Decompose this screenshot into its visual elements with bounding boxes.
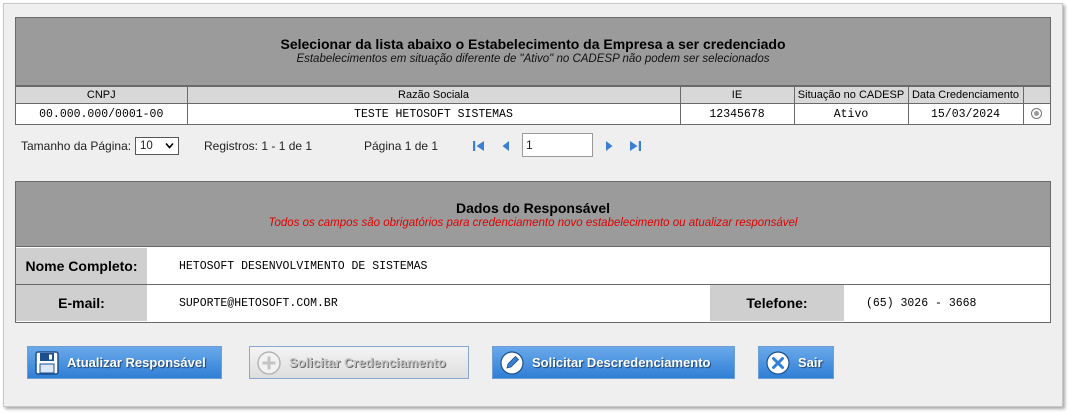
previous-page-icon[interactable] xyxy=(499,138,513,154)
update-responsible-button[interactable]: Atualizar Responsável xyxy=(27,346,222,379)
cell-situacao: Ativo xyxy=(793,103,909,124)
responsible-panel-warning: Todos os campos são obrigatórios para cr… xyxy=(268,217,798,229)
column-header-ie[interactable]: IE xyxy=(679,86,795,104)
add-circle-icon xyxy=(256,350,282,376)
page-size-label: Tamanho da Página: xyxy=(21,139,132,153)
request-deaccreditation-button[interactable]: Solicitar Descredenciamento xyxy=(492,346,735,379)
contact-row: E-mail: SUPORTE@HETOSOFT.COM.BR Telefone… xyxy=(16,285,1050,321)
column-header-cnpj[interactable]: CNPJ xyxy=(16,86,188,104)
last-page-icon[interactable] xyxy=(628,138,642,154)
table-row[interactable]: 00.000.000/0001-00 TESTE HETOSOFT SISTEM… xyxy=(16,103,1050,124)
responsible-panel: Dados do Responsável Todos os campos são… xyxy=(15,181,1051,323)
phone-field[interactable]: (65) 3026 - 3668 xyxy=(866,285,976,321)
next-page-icon[interactable] xyxy=(602,138,616,154)
page-size-value: 10 xyxy=(140,140,153,152)
page-size-select[interactable]: 10 xyxy=(135,137,179,155)
cell-cnpj: 00.000.000/0001-00 xyxy=(16,103,188,124)
column-header-situacao[interactable]: Situação no CADESP xyxy=(793,86,909,104)
email-label: E-mail: xyxy=(16,285,147,321)
cell-data-credenciamento: 15/03/2024 xyxy=(907,103,1024,124)
establishment-grid-subtitle: Estabelecimentos em situação diferente d… xyxy=(296,53,770,65)
email-field[interactable]: SUPORTE@HETOSOFT.COM.BR xyxy=(179,285,338,321)
select-radio[interactable] xyxy=(1031,107,1043,119)
update-responsible-label: Atualizar Responsável xyxy=(67,355,206,370)
pencil-icon xyxy=(499,350,525,376)
cell-razao-social: TESTE HETOSOFT SISTEMAS xyxy=(186,103,681,124)
pager: Tamanho da Página: 10 Registros: 1 - 1 d… xyxy=(21,133,721,159)
page-number-input[interactable]: 1 xyxy=(522,133,593,157)
page-indicator: Página 1 de 1 xyxy=(364,139,439,153)
column-header-data-credenciamento[interactable]: Data Credenciamento xyxy=(907,86,1024,104)
name-row: Nome Completo: HETOSOFT DESENVOLVIMENTO … xyxy=(16,248,1050,285)
request-accreditation-button[interactable]: Solicitar Credenciamento xyxy=(249,346,469,379)
phone-label: Telefone: xyxy=(710,285,844,321)
request-accreditation-label: Solicitar Credenciamento xyxy=(289,355,446,370)
responsible-panel-title: Dados do Responsável xyxy=(455,200,611,216)
close-circle-icon xyxy=(765,350,791,376)
column-header-select xyxy=(1022,86,1050,104)
name-field[interactable]: HETOSOFT DESENVOLVIMENTO DE SISTEMAS xyxy=(179,248,427,284)
responsible-panel-header: Dados do Responsável Todos os campos são… xyxy=(16,182,1050,247)
establishment-grid-title: Selecionar da lista abaixo o Estabelecim… xyxy=(280,36,786,52)
establishment-table: CNPJ Razão Sociala IE Situação no CADESP… xyxy=(16,86,1050,124)
cell-ie: 12345678 xyxy=(679,103,795,124)
establishment-grid: Selecionar da lista abaixo o Estabelecim… xyxy=(15,17,1051,125)
exit-button[interactable]: Sair xyxy=(758,346,834,379)
table-header-row: CNPJ Razão Sociala IE Situação no CADESP… xyxy=(16,86,1050,104)
request-deaccreditation-label: Solicitar Descredenciamento xyxy=(532,355,711,370)
name-label: Nome Completo: xyxy=(16,248,147,284)
column-header-razao-social[interactable]: Razão Sociala xyxy=(186,86,681,104)
chevron-down-icon xyxy=(165,140,174,156)
cell-select xyxy=(1022,103,1050,124)
first-page-icon[interactable] xyxy=(472,138,486,154)
establishment-grid-header: Selecionar da lista abaixo o Estabelecim… xyxy=(16,18,1050,86)
exit-label: Sair xyxy=(798,355,823,370)
records-count: Registros: 1 - 1 de 1 xyxy=(204,139,313,153)
floppy-disk-icon xyxy=(34,350,60,376)
